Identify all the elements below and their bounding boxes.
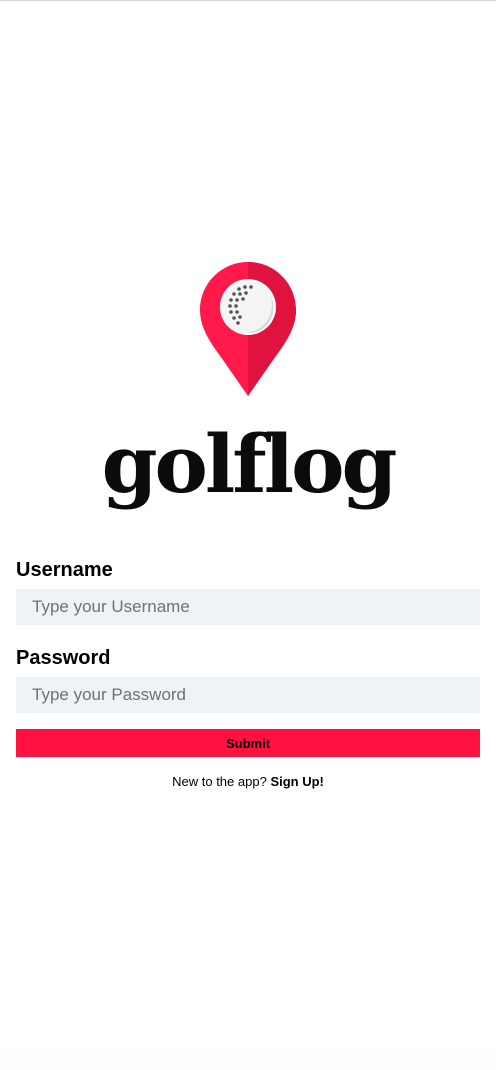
password-input[interactable] [16,677,480,713]
bottom-strip [0,1048,496,1070]
signup-prompt-text: New to the app? [172,774,267,789]
login-form: Username Password Submit New to the app?… [16,557,480,790]
password-label: Password [16,647,111,669]
map-pin-golf-ball-icon [200,262,296,396]
brand-logo: golflog [0,260,496,520]
signup-prompt-row: New to the app? Sign Up! [16,774,480,790]
username-input[interactable] [16,589,480,625]
submit-button[interactable]: Submit [16,729,480,757]
username-label: Username [16,559,113,581]
sign-up-link[interactable]: Sign Up! [270,774,323,789]
login-page: golflog Username Password Submit New to … [0,0,496,1070]
brand-name: golflog [101,417,398,511]
